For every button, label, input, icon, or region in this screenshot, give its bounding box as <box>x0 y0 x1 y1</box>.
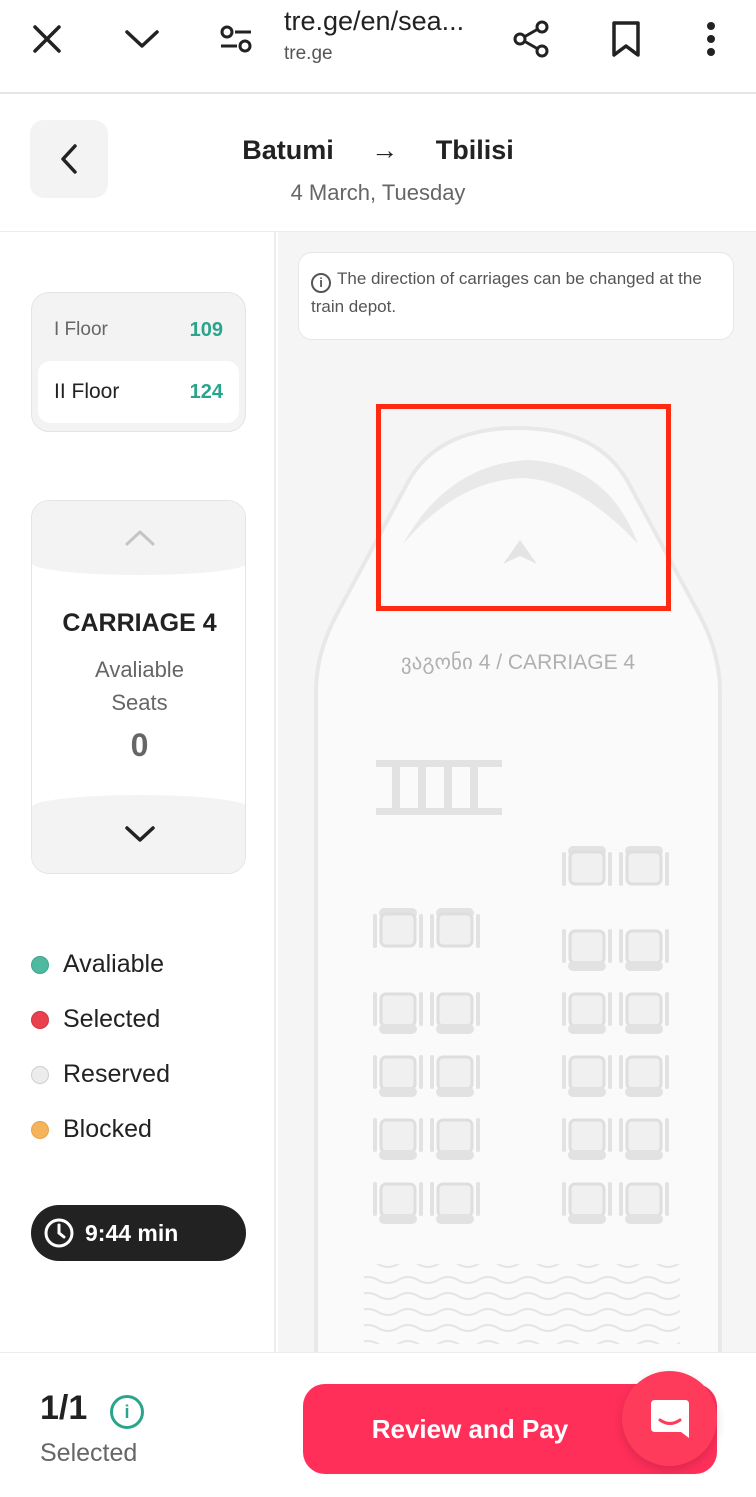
page-settings-icon[interactable] <box>211 14 261 64</box>
selected-count: 1/1 <box>40 1389 88 1427</box>
seat-legend: Avaliable Selected Reserved Blocked <box>31 937 261 1157</box>
highlight-box <box>376 404 671 611</box>
route-from: Batumi <box>242 135 334 166</box>
direction-notice: i The direction of carriages can be chang… <box>298 252 734 340</box>
info-icon[interactable]: i <box>110 1395 144 1429</box>
legend-label: Blocked <box>63 1115 152 1143</box>
share-icon[interactable] <box>506 14 556 64</box>
close-icon[interactable] <box>22 14 72 64</box>
chat-icon <box>650 1399 689 1438</box>
carriage-name: ვაგონი 4 / CARRIAGE 4 <box>400 651 636 674</box>
carriage-outline <box>314 425 722 1352</box>
available-seats-label: Avaliable Seats <box>95 657 184 715</box>
floor-label: I Floor <box>54 319 108 340</box>
selected-label: Selected <box>40 1439 138 1467</box>
url-bar[interactable]: tre.ge/en/sea... tre.ge <box>284 6 494 65</box>
legend-label: Reserved <box>63 1060 170 1088</box>
chevron-down-icon <box>124 826 155 842</box>
route-header: Batumi → Tbilisi 4 March, Tuesday <box>0 96 756 232</box>
available-dot-icon <box>31 955 49 974</box>
legend-reserved: Reserved <box>31 1047 261 1102</box>
luggage-area <box>364 1264 680 1344</box>
blocked-dot-icon <box>31 1120 49 1139</box>
available-seats-count: 0 <box>130 727 149 763</box>
left-panel: I Floor 109 II Floor 124 CARRIAGE 4 Aval… <box>0 232 276 1352</box>
floor-count: 124 <box>189 380 223 403</box>
carriage-prev-button[interactable] <box>32 501 245 575</box>
reserved-dot-icon <box>31 1065 49 1084</box>
selected-dot-icon <box>31 1010 49 1029</box>
more-options-icon[interactable] <box>686 14 736 64</box>
url-domain: tre.ge <box>284 43 333 64</box>
floor-item-2[interactable]: II Floor 124 <box>38 361 239 423</box>
session-timer: 9:44 min <box>31 1205 246 1261</box>
browser-toolbar: tre.ge/en/sea... tre.ge <box>0 0 756 94</box>
route-title: Batumi → Tbilisi <box>0 134 756 166</box>
carriage-next-button[interactable] <box>32 795 245 873</box>
chevron-up-icon <box>125 530 154 546</box>
floor-label: II Floor <box>54 380 120 403</box>
chevron-down-icon[interactable] <box>117 14 167 64</box>
timer-text: 9:44 min <box>85 1219 179 1246</box>
url-text: tre.ge/en/sea... <box>284 6 465 36</box>
carriage-selector: CARRIAGE 4 Avaliable Seats 0 <box>31 500 246 874</box>
carriage-title: CARRIAGE 4 <box>62 609 217 637</box>
route-date: 4 March, Tuesday <box>290 180 466 205</box>
legend-available: Avaliable <box>31 937 261 992</box>
legend-label: Selected <box>63 1005 161 1033</box>
legend-blocked: Blocked <box>31 1102 261 1157</box>
info-icon: i <box>311 273 331 293</box>
floor-selector: I Floor 109 II Floor 124 <box>31 292 246 432</box>
bottom-bar: 1/1 i Selected Review and Pay <box>0 1352 756 1497</box>
chat-button[interactable] <box>622 1371 717 1466</box>
carriage-map: i The direction of carriages can be chang… <box>278 232 756 1352</box>
route-arrow-icon: → <box>371 135 399 166</box>
notice-text: The direction of carriages can be change… <box>311 269 702 316</box>
floor-item-1[interactable]: I Floor 109 <box>38 299 239 361</box>
bookmark-icon[interactable] <box>601 14 651 64</box>
clock-icon <box>44 1218 74 1248</box>
route-to: Tbilisi <box>435 135 514 166</box>
legend-selected: Selected <box>31 992 261 1047</box>
legend-label: Avaliable <box>63 950 165 978</box>
floor-count: 109 <box>189 318 223 341</box>
